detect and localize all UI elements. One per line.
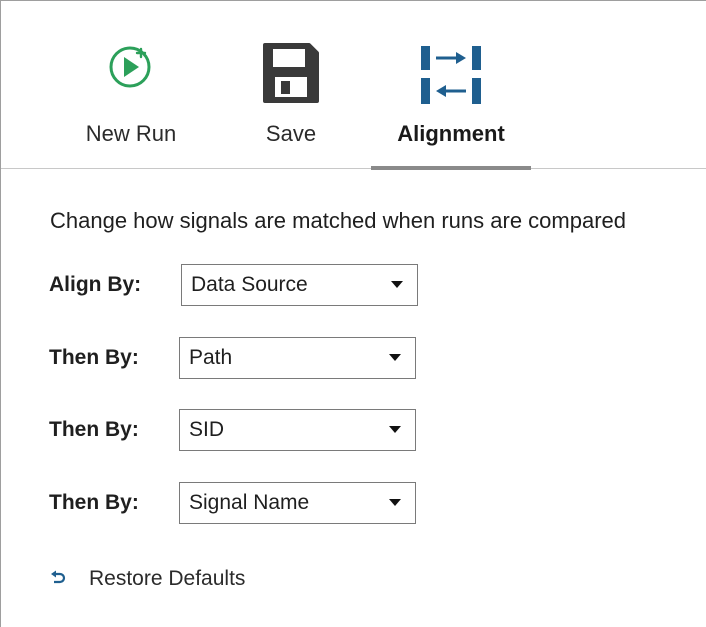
then-by-dropdown-2[interactable]: SID: [179, 409, 416, 451]
active-tab-indicator: [371, 166, 531, 170]
alignment-label: Alignment: [397, 121, 505, 146]
then-by-label: Then By:: [49, 346, 139, 369]
then-by-value-3: Signal Name: [189, 491, 310, 514]
floppy-disk-icon: [261, 41, 321, 110]
play-add-icon: [108, 43, 154, 94]
new-run-button[interactable]: New Run: [71, 1, 191, 169]
save-label: Save: [265, 121, 317, 146]
align-by-label: Align By:: [49, 273, 142, 296]
chevron-down-icon: [391, 281, 403, 288]
then-by-dropdown-3[interactable]: Signal Name: [179, 482, 416, 524]
toolstrip: New Run Save Alignment: [1, 1, 706, 170]
then-by-dropdown-1[interactable]: Path: [179, 337, 416, 379]
chevron-down-icon: [389, 426, 401, 433]
restore-defaults-label: Restore Defaults: [89, 567, 246, 590]
then-by-value-2: SID: [189, 418, 225, 441]
undo-arrow-icon: [49, 569, 67, 592]
align-by-value: Data Source: [191, 273, 308, 296]
then-by-value-1: Path: [189, 346, 233, 369]
alignment-tab[interactable]: Alignment: [371, 1, 531, 170]
then-by-label: Then By:: [49, 418, 139, 441]
alignment-panel: New Run Save Alignment Change how signal…: [0, 0, 706, 627]
chevron-down-icon: [389, 499, 401, 506]
save-button[interactable]: Save: [231, 1, 351, 169]
chevron-down-icon: [389, 354, 401, 361]
alignment-icon: [418, 43, 484, 112]
panel-description: Change how signals are matched when runs…: [50, 208, 626, 233]
new-run-label: New Run: [85, 121, 177, 146]
then-by-label: Then By:: [49, 491, 139, 514]
align-by-dropdown[interactable]: Data Source: [181, 264, 418, 306]
